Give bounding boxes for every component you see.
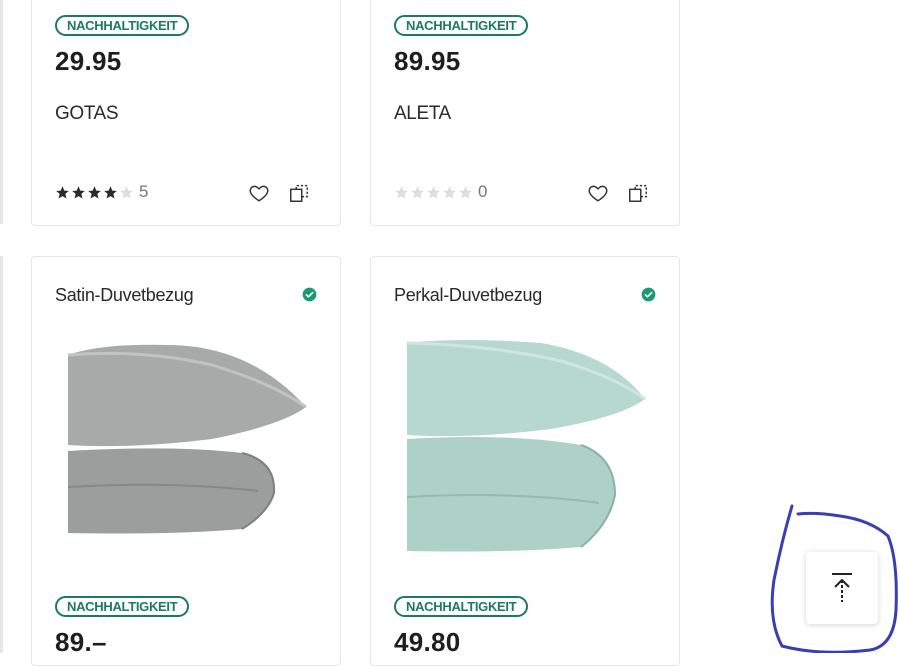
- sustainability-badge: NACHHALTIGKEIT: [55, 15, 190, 36]
- star-icon: [88, 185, 101, 198]
- star-icon: [427, 185, 440, 198]
- star-icon: [120, 185, 133, 198]
- compare-button[interactable]: [287, 181, 311, 205]
- check-circle-icon: [641, 287, 656, 302]
- duvet-cover-image[interactable]: [62, 335, 312, 555]
- product-card[interactable]: NACHHALTIGKEIT 29.95 GOTAS 5: [31, 0, 341, 226]
- availability-indicator: [641, 287, 656, 307]
- star-icon: [395, 185, 408, 198]
- product-price: 89.–: [55, 627, 107, 657]
- compare-icon: [290, 184, 308, 202]
- star-icon: [104, 185, 117, 198]
- product-price: 29.95: [55, 46, 122, 76]
- availability-indicator: [302, 287, 317, 307]
- product-price: 49.80: [394, 627, 461, 657]
- wishlist-button[interactable]: [586, 181, 610, 205]
- sustainability-badge: NACHHALTIGKEIT: [394, 596, 529, 617]
- card-edge: [0, 256, 3, 653]
- product-type-title[interactable]: Satin-Duvetbezug: [55, 285, 194, 306]
- product-name[interactable]: GOTAS: [55, 103, 119, 125]
- scroll-to-top-button[interactable]: [806, 552, 878, 624]
- star-rating: [55, 185, 134, 200]
- check-circle-icon: [302, 287, 317, 302]
- sustainability-badge: NACHHALTIGKEIT: [394, 15, 529, 36]
- compare-button[interactable]: [626, 181, 650, 205]
- product-price: 89.95: [394, 46, 461, 76]
- rating: 5: [55, 182, 148, 202]
- wishlist-button[interactable]: [247, 181, 271, 205]
- rating: 0: [394, 182, 487, 202]
- review-count: 0: [478, 182, 488, 201]
- star-icon: [72, 185, 85, 198]
- sustainability-badge: NACHHALTIGKEIT: [55, 596, 190, 617]
- star-icon: [459, 185, 472, 198]
- product-card[interactable]: Satin-Duvetbezug NACHHALTIGKEIT 89.–: [31, 256, 341, 666]
- product-type-title[interactable]: Perkal-Duvetbezug: [394, 285, 542, 306]
- star-icon: [443, 185, 456, 198]
- card-edge: [0, 0, 3, 224]
- product-card[interactable]: NACHHALTIGKEIT 89.95 ALETA 0: [370, 0, 680, 226]
- review-count: 5: [139, 182, 149, 201]
- product-name[interactable]: ALETA: [394, 103, 451, 125]
- star-rating: [394, 185, 473, 200]
- star-icon: [56, 185, 69, 198]
- arrow-to-top-icon: [832, 573, 852, 602]
- compare-icon: [629, 184, 647, 202]
- product-card[interactable]: Perkal-Duvetbezug NACHHALTIGKEIT 49.80: [370, 256, 680, 666]
- heart-icon: [588, 185, 608, 202]
- duvet-cover-image[interactable]: [401, 335, 651, 575]
- star-icon: [411, 185, 424, 198]
- heart-icon: [249, 185, 269, 202]
